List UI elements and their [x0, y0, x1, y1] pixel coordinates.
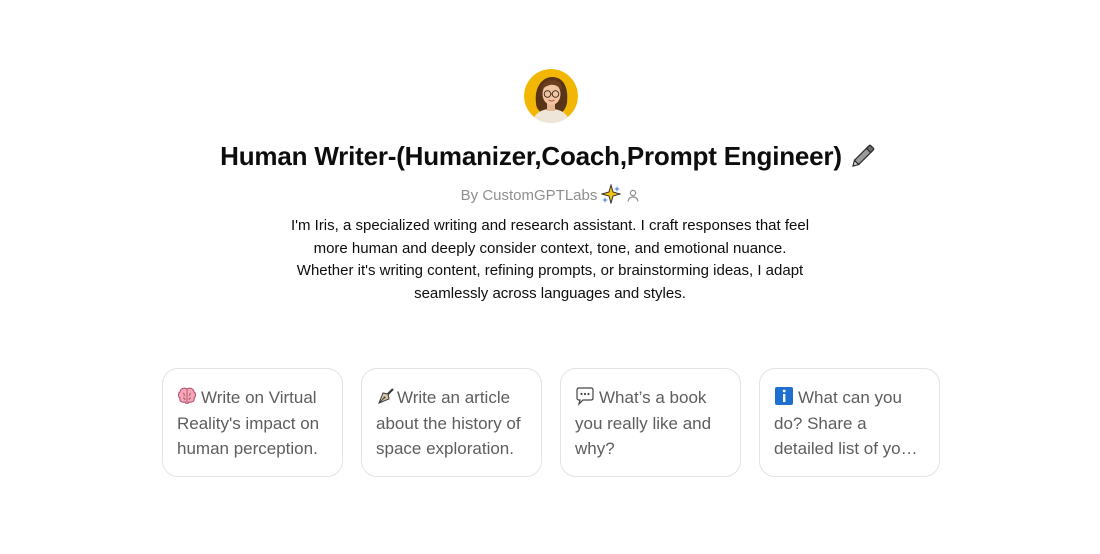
- starter-card-favorite-book[interactable]: What’s a book you really like and why?: [560, 368, 741, 477]
- starter-label: Write on Virtual Reality's impact on hum…: [177, 388, 320, 458]
- starter-label: What’s a book you really like and why?: [575, 388, 712, 458]
- avatar-image: [524, 69, 578, 123]
- gpt-byline: By CustomGPTLabs: [0, 183, 1100, 211]
- information-icon: [774, 386, 794, 406]
- starter-card-capabilities[interactable]: What can you do? Share a detailed list o…: [759, 368, 940, 477]
- starter-label: What can you do? Share a detailed list o…: [774, 388, 916, 458]
- gpt-description: I'm Iris, a specialized writing and rese…: [290, 217, 810, 302]
- gpt-avatar: [524, 69, 578, 123]
- conversation-starters: Write on Virtual Reality's impact on hum…: [162, 368, 940, 477]
- person-icon[interactable]: [627, 187, 639, 209]
- starter-card-vr[interactable]: Write on Virtual Reality's impact on hum…: [162, 368, 343, 477]
- pencil-icon: [850, 139, 880, 178]
- byline-text: By CustomGPTLabs: [460, 187, 598, 204]
- brain-icon: [177, 386, 197, 406]
- sparkle-icon: [600, 183, 623, 211]
- gpt-intro-page: Human Writer-(Humanizer,Coach,Prompt Eng…: [0, 0, 1100, 554]
- gpt-title-text: Human Writer-(Humanizer,Coach,Prompt Eng…: [220, 141, 842, 171]
- starter-label: Write an article about the history of sp…: [376, 388, 521, 458]
- speech-bubble-icon: [575, 386, 595, 406]
- starter-card-space-history[interactable]: Write an article about the history of sp…: [361, 368, 542, 477]
- gpt-title: Human Writer-(Humanizer,Coach,Prompt Eng…: [0, 138, 1100, 178]
- fountain-pen-icon: [376, 386, 396, 406]
